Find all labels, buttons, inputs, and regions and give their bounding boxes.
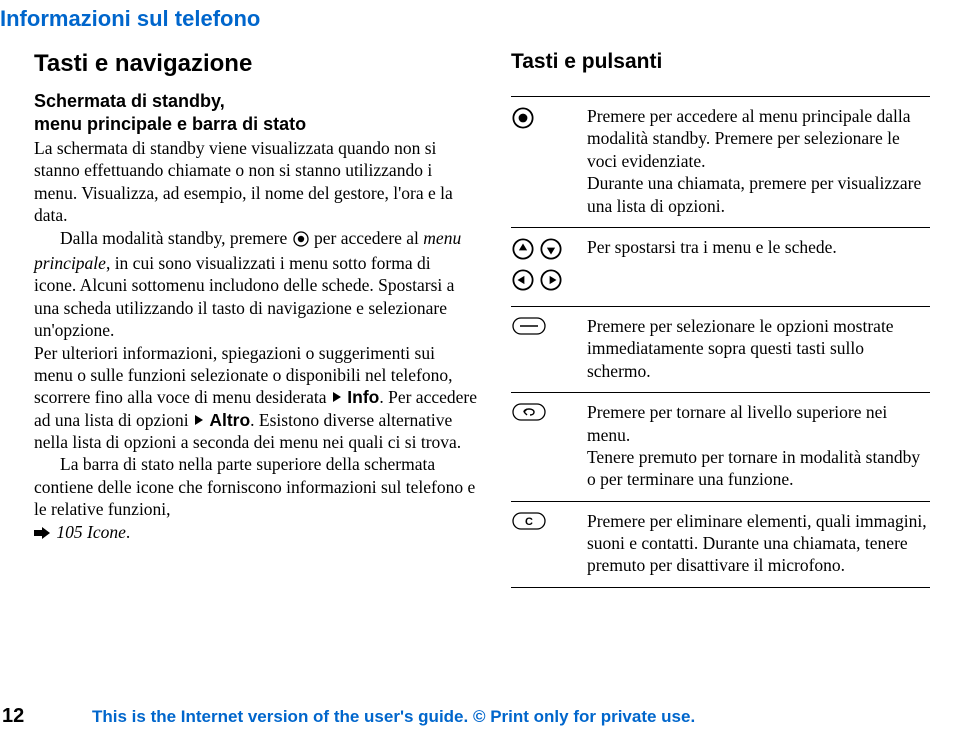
key-row: Premere per accedere al menu principale …	[511, 97, 930, 228]
center-key-icon	[293, 230, 309, 252]
footer: 12 This is the Internet version of the u…	[0, 705, 960, 728]
p1b-before: Dalla modalità standby, premere	[60, 228, 292, 248]
page: Informazioni sul telefono Tasti e naviga…	[0, 6, 960, 588]
triangle-icon	[195, 415, 203, 425]
key-desc: Premere per accedere al menu principale …	[587, 105, 930, 217]
body-paragraphs: La schermata di standby viene visualizza…	[34, 137, 477, 543]
p1b-after: per accedere al	[314, 228, 423, 248]
right-heading: Tasti e pulsanti	[511, 50, 930, 74]
subsection-line2: menu principale e barra di stato	[34, 114, 306, 134]
key-icon-cell	[511, 315, 575, 382]
key-desc: Premere per eliminare elementi, quali im…	[587, 510, 930, 577]
page-number: 12	[0, 705, 92, 728]
key-desc: Per spostarsi tra i menu e le schede.	[587, 236, 930, 296]
clear-key-icon: C	[512, 512, 546, 535]
key-row: Premere per selezionare le opzioni mostr…	[511, 307, 930, 393]
two-column-layout: Tasti e navigazione Schermata di standby…	[0, 42, 930, 588]
arrow-right-icon	[34, 527, 50, 539]
p1a: La schermata di standby viene visualizza…	[34, 138, 453, 225]
center-key-icon	[512, 107, 534, 134]
footer-text: This is the Internet version of the user…	[92, 707, 695, 727]
nav-right-icon	[540, 269, 562, 296]
key-icon-cell	[511, 105, 575, 217]
subsection-title: Schermata di standby, menu principale e …	[34, 90, 477, 135]
right-column: Tasti e pulsanti Premere per accedere al…	[511, 42, 930, 588]
key-desc: Premere per selezionare le opzioni mostr…	[587, 315, 930, 382]
nav-left-icon	[512, 269, 534, 296]
triangle-icon	[333, 392, 341, 402]
subsection-line1: Schermata di standby,	[34, 91, 225, 111]
cross-ref: 105 Icone	[56, 522, 126, 542]
key-icon-cell	[511, 236, 575, 296]
key-row: Premere per tornare al livello superiore…	[511, 393, 930, 502]
section-title: Tasti e navigazione	[34, 50, 477, 78]
back-key-icon	[512, 403, 546, 426]
nav-down-icon	[540, 238, 562, 265]
key-icon-cell	[511, 401, 575, 491]
nav-up-icon	[512, 238, 534, 265]
key-row: Per spostarsi tra i menu e le schede.	[511, 228, 930, 307]
svg-text:C: C	[525, 516, 533, 528]
softkey-icon	[512, 317, 546, 340]
p2-tail: .	[126, 522, 130, 542]
altro-label: Altro	[209, 410, 250, 430]
running-header: Informazioni sul telefono	[0, 6, 930, 32]
left-column: Tasti e navigazione Schermata di standby…	[0, 42, 477, 588]
p2-before: La barra di stato nella parte superiore …	[34, 454, 475, 519]
key-row: C Premere per eliminare elementi, quali …	[511, 502, 930, 588]
key-desc: Premere per tornare al livello superiore…	[587, 401, 930, 491]
info-label: Info	[347, 387, 379, 407]
key-icon-cell: C	[511, 510, 575, 577]
